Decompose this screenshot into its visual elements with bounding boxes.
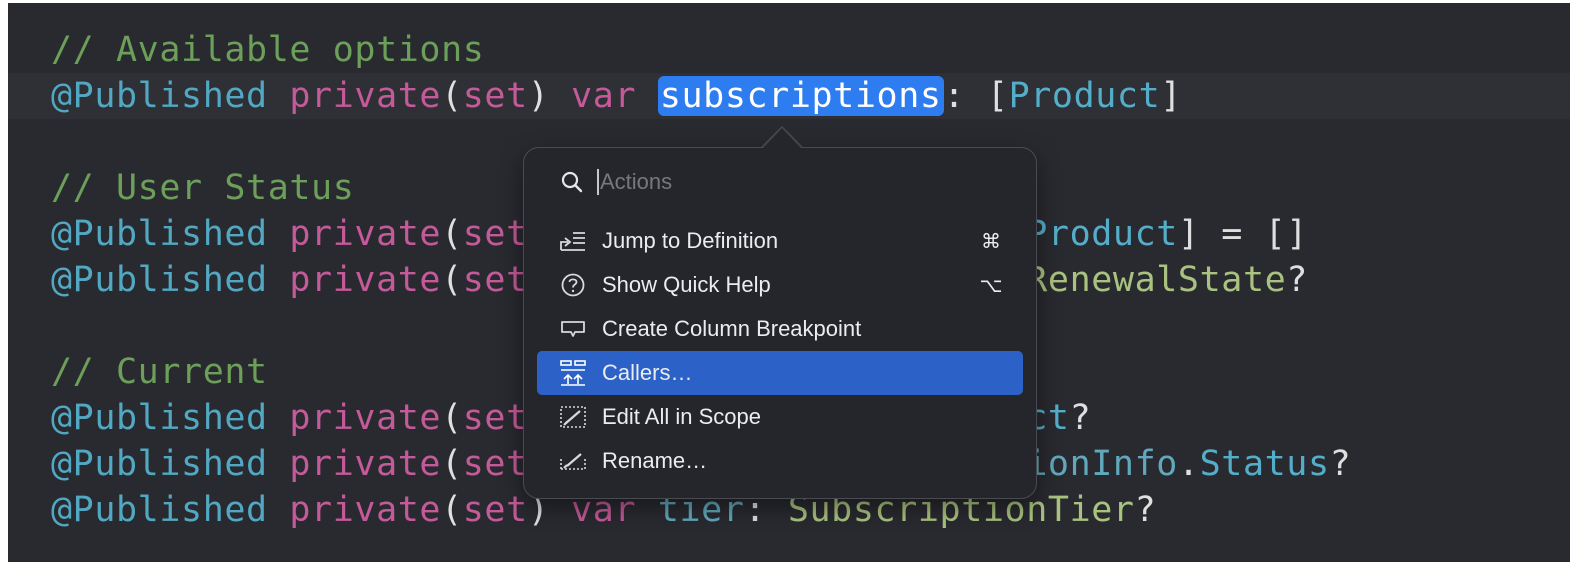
menu-item-show-quick-help[interactable]: Show Quick Help ⌥ — [537, 263, 1023, 307]
edit-all-in-scope-icon — [557, 402, 589, 432]
code-token: // User Status — [51, 168, 355, 208]
menu-item-jump-to-definition[interactable]: Jump to Definition ⌘ — [537, 219, 1023, 263]
code-token: private — [289, 260, 442, 300]
code-token: private — [289, 76, 442, 116]
menu-item-label: Create Column Breakpoint — [602, 316, 862, 341]
rename-icon — [557, 446, 589, 476]
selected-symbol[interactable]: subscriptions — [657, 76, 944, 116]
code-token: ? — [1134, 490, 1157, 530]
code-token: @Published — [51, 214, 268, 254]
menu-item-label: Edit All in Scope — [602, 404, 761, 429]
code-token: . — [1177, 444, 1200, 484]
code-token: var — [571, 76, 637, 116]
code-token: @Published — [51, 260, 268, 300]
code-token: ? — [1286, 260, 1308, 300]
option-key-icon: ⌥ — [979, 273, 1003, 297]
code-token: ] — [1160, 76, 1182, 116]
code-token: set — [462, 76, 528, 116]
menu-item-label: Jump to Definition — [602, 228, 779, 253]
code-token: private — [289, 444, 442, 484]
code-token: Product — [1008, 76, 1161, 116]
menu-item-edit-all-in-scope[interactable]: Edit All in Scope — [537, 395, 1023, 439]
actions-popover: Jump to Definition ⌘ Show Quick Help ⌥ C… — [523, 147, 1037, 499]
menu-item-label: Show Quick Help — [602, 272, 771, 297]
code-token: ( — [441, 490, 463, 530]
menu-item-create-column-breakpoint[interactable]: Create Column Breakpoint — [537, 307, 1023, 351]
code-token: // Current — [51, 352, 268, 392]
menu-item-callers[interactable]: Callers… — [537, 351, 1023, 395]
text-caret — [597, 169, 599, 195]
code-token: ? — [1329, 444, 1352, 484]
code-token: // Available options — [51, 30, 485, 70]
code-token: @Published — [51, 490, 268, 530]
code-line[interactable]: // Available options — [8, 27, 1570, 73]
code-token: private — [289, 398, 442, 438]
command-key-icon: ⌘ — [981, 229, 1001, 253]
code-token: ( — [441, 76, 463, 116]
menu-item-rename[interactable]: Rename… — [537, 439, 1023, 483]
code-token: private — [289, 490, 442, 530]
code-token: ( — [441, 214, 463, 254]
code-token: @Published — [51, 76, 268, 116]
code-token: private — [289, 214, 442, 254]
breakpoint-icon — [557, 314, 589, 344]
code-token: set — [462, 444, 528, 484]
code-line-current[interactable]: @Published private(set) var subscription… — [8, 73, 1570, 119]
code-token: ] = [] — [1177, 214, 1308, 254]
menu-item-label: Callers… — [602, 360, 693, 385]
code-token: ( — [441, 398, 463, 438]
code-token: ) — [527, 76, 572, 116]
jump-to-definition-icon — [557, 226, 589, 256]
menu-item-label: Rename… — [602, 448, 708, 473]
code-token: set — [462, 214, 528, 254]
actions-search[interactable] — [560, 166, 800, 198]
code-token: RenewalState — [1026, 260, 1287, 300]
callers-icon — [557, 358, 589, 388]
code-token: Status — [1199, 444, 1330, 484]
search-icon — [560, 170, 584, 194]
popover-arrow-fill — [762, 128, 802, 149]
code-token: set — [462, 260, 528, 300]
code-token: @Published — [51, 398, 268, 438]
code-token: ? — [1069, 398, 1092, 438]
code-token: : [ — [943, 76, 1009, 116]
code-token: Product — [1026, 214, 1178, 254]
quick-help-icon — [557, 270, 589, 300]
code-token: set — [462, 398, 528, 438]
code-token: @Published — [51, 444, 268, 484]
actions-search-input[interactable] — [600, 169, 800, 195]
code-token: set — [462, 490, 528, 530]
code-token: ( — [441, 260, 463, 300]
code-token: ( — [441, 444, 463, 484]
